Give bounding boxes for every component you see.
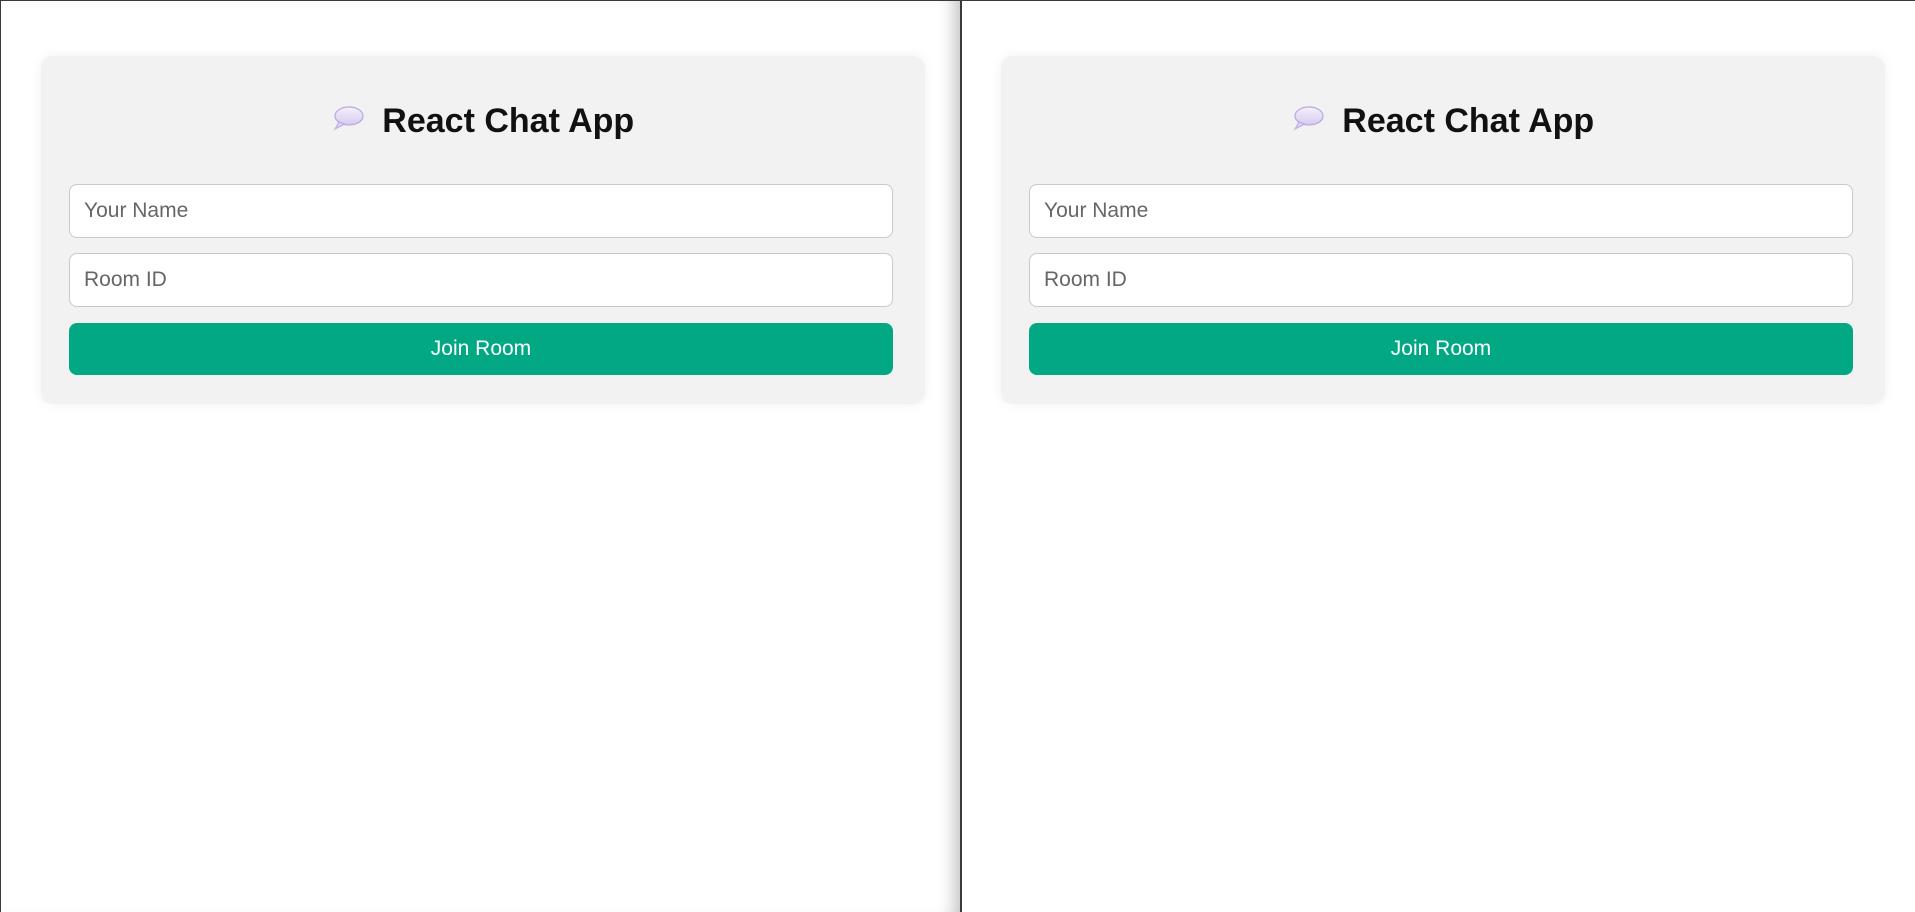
app-header: React Chat App xyxy=(41,96,925,146)
speech-bubble-icon xyxy=(333,106,364,131)
speech-bubble-icon xyxy=(1293,106,1324,131)
split-screen: React Chat App Join Room xyxy=(0,0,1915,912)
app-header: React Chat App xyxy=(1001,96,1885,146)
join-room-button[interactable]: Join Room xyxy=(1029,323,1853,375)
browser-pane-left: React Chat App Join Room xyxy=(0,1,960,912)
room-id-input[interactable] xyxy=(1029,253,1853,307)
join-card: React Chat App Join Room xyxy=(41,56,925,404)
join-card: React Chat App Join Room xyxy=(1001,56,1885,404)
app-title: React Chat App xyxy=(382,102,635,140)
room-id-input[interactable] xyxy=(69,253,893,307)
browser-pane-right: React Chat App Join Room xyxy=(960,1,1915,912)
name-input[interactable] xyxy=(1029,184,1853,238)
join-room-button[interactable]: Join Room xyxy=(69,323,893,375)
name-input[interactable] xyxy=(69,184,893,238)
app-title: React Chat App xyxy=(1342,102,1595,140)
